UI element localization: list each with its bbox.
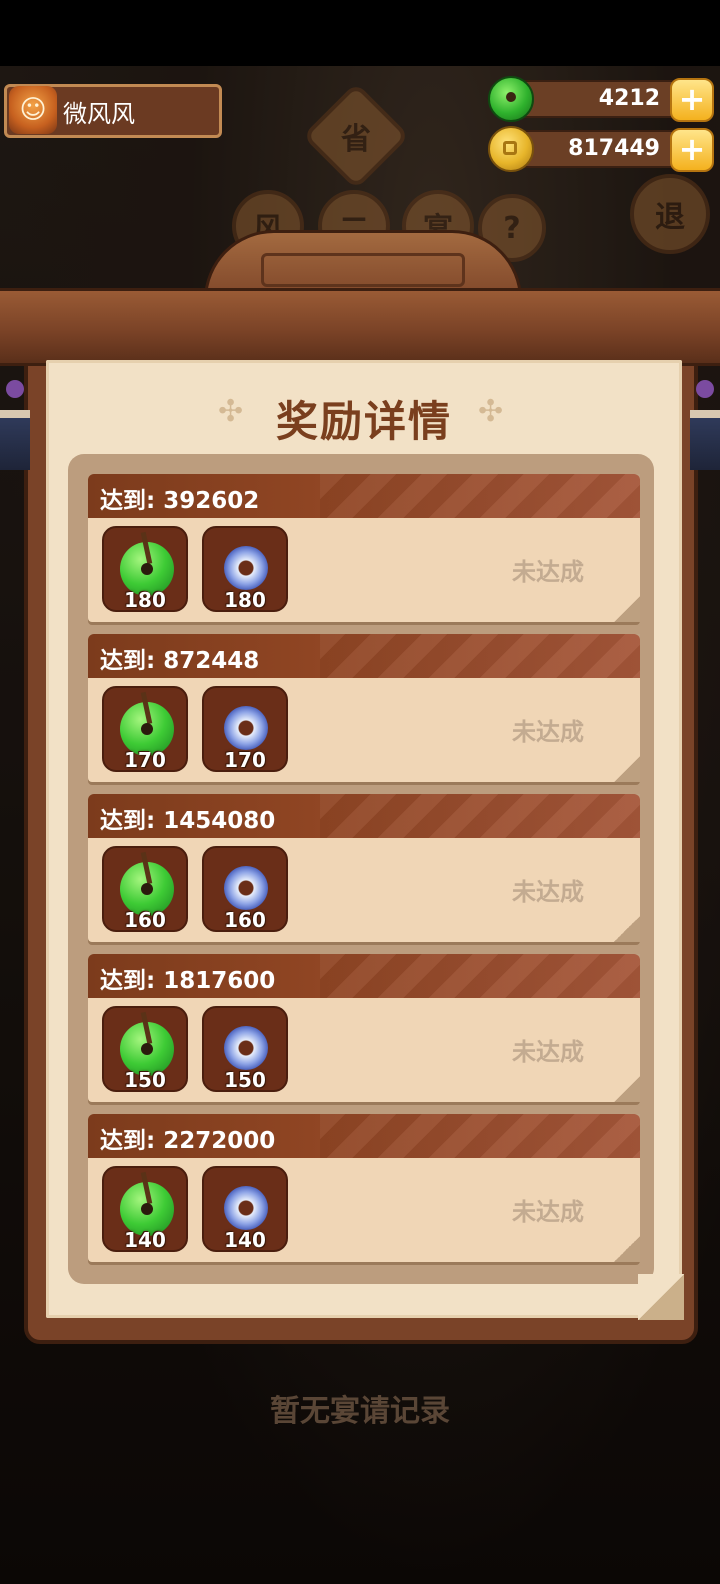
disc-icon	[224, 546, 268, 590]
left-tassel	[0, 380, 30, 470]
reward-row: 达到: 872448 170 170 未达成	[88, 634, 640, 782]
reward-row-header: 达到: 872448	[88, 634, 640, 678]
reward-quantity: 180	[124, 588, 166, 612]
reward-item-jade[interactable]: 150	[102, 1006, 188, 1092]
reward-quantity: 170	[124, 748, 166, 772]
status-label: 未达成	[512, 558, 584, 586]
reward-item-disc[interactable]: 180	[202, 526, 288, 612]
status-bar-area	[0, 0, 720, 66]
reward-item-disc[interactable]: 140	[202, 1166, 288, 1252]
player-name: 微风风	[63, 99, 135, 128]
title-ornament-right: ✣	[478, 394, 504, 429]
coin-icon	[488, 126, 534, 172]
background-province-button: 省	[302, 82, 410, 190]
status-label: 未达成	[512, 1198, 584, 1226]
reward-item-jade[interactable]: 160	[102, 846, 188, 932]
reward-row-header: 达到: 1817600	[88, 954, 640, 998]
reward-row-body: 140 140 未达成	[88, 1158, 640, 1262]
reward-quantity: 160	[124, 908, 166, 932]
reward-quantity: 150	[224, 1068, 266, 1092]
disc-icon	[224, 1186, 268, 1230]
threshold-label: 达到: 1817600	[100, 968, 276, 994]
reward-row: 达到: 2272000 140 140 未达成	[88, 1114, 640, 1262]
reward-item-jade[interactable]: 170	[102, 686, 188, 772]
reward-quantity: 140	[224, 1228, 266, 1252]
reward-row-body: 180 180 未达成	[88, 518, 640, 622]
reward-list[interactable]: 达到: 392602 180 180 未达成 达到: 872448 170 17…	[68, 454, 654, 1284]
player-avatar[interactable]: ☺	[9, 86, 57, 134]
reward-row-header: 达到: 2272000	[88, 1114, 640, 1158]
background-exit-label: 退	[655, 200, 685, 235]
jade-amount: 4212	[598, 86, 660, 111]
reward-row: 达到: 1817600 150 150 未达成	[88, 954, 640, 1102]
help-icon: ?	[503, 210, 521, 246]
reward-item-disc[interactable]: 150	[202, 1006, 288, 1092]
add-coin-button[interactable]: +	[670, 128, 714, 172]
reward-item-disc[interactable]: 160	[202, 846, 288, 932]
reward-quantity: 140	[124, 1228, 166, 1252]
player-tag[interactable]: ☺ 微风风	[4, 84, 222, 138]
threshold-label: 达到: 392602	[100, 488, 260, 514]
reward-row-body: 160 160 未达成	[88, 838, 640, 942]
background-exit-button: 退	[630, 174, 710, 254]
jade-icon	[488, 76, 534, 122]
reward-row-body: 170 170 未达成	[88, 678, 640, 782]
reward-details-dialog: ✣ 奖励详情 ✣ 达到: 392602 180 180 未达成 达到: 8724…	[46, 360, 684, 1320]
status-label: 未达成	[512, 718, 584, 746]
reward-row: 达到: 1454080 160 160 未达成	[88, 794, 640, 942]
status-label: 未达成	[512, 878, 584, 906]
status-label: 未达成	[512, 1038, 584, 1066]
reward-quantity: 180	[224, 588, 266, 612]
reward-quantity: 150	[124, 1068, 166, 1092]
reward-row: 达到: 392602 180 180 未达成	[88, 474, 640, 622]
coin-amount: 817449	[568, 136, 660, 161]
reward-quantity: 160	[224, 908, 266, 932]
disc-icon	[224, 1026, 268, 1070]
jade-currency: 4212 +	[488, 76, 714, 122]
empty-records-text: 暂无宴请记录	[270, 1394, 450, 1429]
right-tassel	[690, 380, 720, 470]
reward-quantity: 170	[224, 748, 266, 772]
threshold-label: 达到: 1454080	[100, 808, 276, 834]
threshold-label: 达到: 2272000	[100, 1128, 276, 1154]
threshold-label: 达到: 872448	[100, 648, 260, 674]
reward-row-body: 150 150 未达成	[88, 998, 640, 1102]
reward-item-disc[interactable]: 170	[202, 686, 288, 772]
reward-row-header: 达到: 392602	[88, 474, 640, 518]
reward-item-jade[interactable]: 180	[102, 526, 188, 612]
coin-currency: 817449 +	[488, 126, 714, 172]
disc-icon	[224, 866, 268, 910]
dialog-beam	[0, 288, 720, 366]
paper-corner-fold	[638, 1274, 684, 1320]
add-jade-button[interactable]: +	[670, 78, 714, 122]
dialog-title: 奖励详情	[275, 397, 452, 446]
reward-item-jade[interactable]: 140	[102, 1166, 188, 1252]
reward-row-header: 达到: 1454080	[88, 794, 640, 838]
disc-icon	[224, 706, 268, 750]
background-province-label: 省	[341, 122, 371, 157]
